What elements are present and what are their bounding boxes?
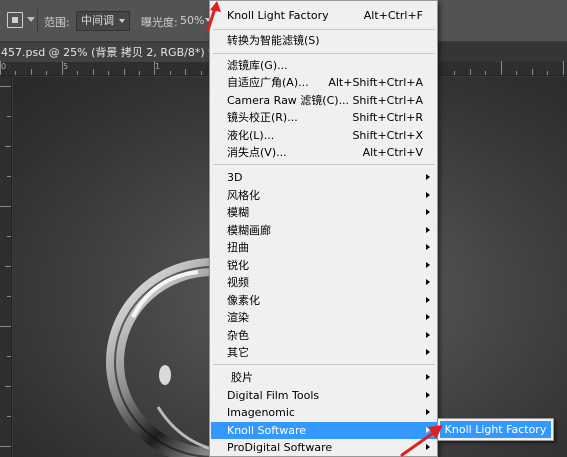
menu-divider xyxy=(213,29,435,30)
menu-item-other[interactable]: 其它 xyxy=(211,344,437,361)
menu-divider xyxy=(213,53,435,54)
ruler-tick xyxy=(77,71,78,75)
range-select[interactable]: 中间调 xyxy=(76,11,130,31)
menu-item-adaptive-wide-angle[interactable]: 自适应广角(A)... Alt+Shift+Ctrl+A xyxy=(211,74,437,91)
options-divider xyxy=(37,9,38,33)
exposure-label: 曝光度: xyxy=(141,16,178,29)
submenu-arrow-icon xyxy=(426,409,430,415)
ruler-tick xyxy=(62,61,63,75)
menu-item-lens-correction[interactable]: 镜头校正(R)... Shift+Ctrl+R xyxy=(211,109,437,126)
submenu-arrow-icon xyxy=(426,174,430,180)
menu-item-imagenomic[interactable]: Imagenomic xyxy=(211,404,437,421)
ruler-tick xyxy=(170,71,171,75)
menu-item-blur-gallery[interactable]: 模糊画廊 xyxy=(211,222,437,239)
menu-item-knoll-light-factory[interactable]: Knoll Light Factory Alt+Ctrl+F xyxy=(211,7,437,24)
ruler-tick xyxy=(454,71,455,75)
ruler-number: 0 xyxy=(1,62,7,71)
menu-item-filter-gallery[interactable]: 滤镜库(G)... xyxy=(211,57,437,74)
ruler-tick xyxy=(108,71,109,75)
ruler-tick xyxy=(154,61,155,75)
range-select-value: 中间调 xyxy=(81,14,114,27)
ruler-tick xyxy=(31,69,32,75)
menu-divider xyxy=(213,164,435,165)
submenu-arrow-icon xyxy=(426,374,430,380)
red-arrow-icon xyxy=(400,425,443,457)
range-label: 范围: xyxy=(44,16,70,29)
menu-item-stylize[interactable]: 风格化 xyxy=(211,187,437,204)
ruler-tick xyxy=(7,116,11,117)
exposure-value[interactable]: 50% xyxy=(180,14,204,27)
menu-item-pixelate[interactable]: 像素化 xyxy=(211,292,437,309)
ruler-tick xyxy=(470,69,471,75)
ruler-tick xyxy=(0,86,11,87)
tool-preset-chevron-icon[interactable] xyxy=(27,17,35,22)
ruler-tick xyxy=(46,71,47,75)
ruler-tick xyxy=(5,266,11,267)
knoll-software-submenu: Knoll Light Factory xyxy=(437,418,554,441)
submenu-arrow-icon xyxy=(426,297,430,303)
submenu-arrow-icon xyxy=(426,262,430,268)
menu-item-distort[interactable]: 扭曲 xyxy=(211,239,437,256)
ruler-tick xyxy=(0,326,11,327)
submenu-arrow-icon xyxy=(426,209,430,215)
menu-item-convert-smart-filter[interactable]: 转换为智能滤镜(S) xyxy=(211,32,437,49)
menu-divider xyxy=(213,364,435,365)
ruler-tick xyxy=(7,176,11,177)
ruler-tick xyxy=(5,146,11,147)
submenu-arrow-icon xyxy=(426,279,430,285)
ruler-tick xyxy=(201,71,202,75)
menu-item-blur[interactable]: 模糊 xyxy=(211,204,437,221)
menu-item-liquify[interactable]: 液化(L)... Shift+Ctrl+X xyxy=(211,127,437,144)
ruler-tick xyxy=(139,71,140,75)
submenu-arrow-icon xyxy=(426,349,430,355)
ruler-tick xyxy=(7,416,11,417)
ruler-tick xyxy=(7,296,11,297)
ruler-tick xyxy=(547,71,548,75)
menu-item-vanishing-point[interactable]: 消失点(V)... Alt+Ctrl+V xyxy=(211,144,437,161)
ruler-number: 1 xyxy=(155,62,161,71)
submenu-arrow-icon xyxy=(426,332,430,338)
submenu-item-knoll-light-factory[interactable]: Knoll Light Factory xyxy=(440,421,551,438)
menu-item-3d[interactable]: 3D xyxy=(211,169,437,186)
ruler-tick xyxy=(0,206,11,207)
ruler-tick xyxy=(501,61,502,75)
menu-item-film[interactable]: 胶片 xyxy=(211,369,437,386)
ruler-tick xyxy=(485,71,486,75)
ruler-number: 5 xyxy=(63,62,69,71)
filter-menu: Knoll Light Factory Alt+Ctrl+F 转换为智能滤镜(S… xyxy=(209,0,438,457)
vertical-ruler[interactable] xyxy=(0,76,12,457)
ruler-tick xyxy=(185,69,186,75)
menu-item-sharpen[interactable]: 锐化 xyxy=(211,257,437,274)
red-arrow-icon xyxy=(206,1,221,32)
submenu-arrow-icon xyxy=(426,392,430,398)
ruler-tick xyxy=(93,69,94,75)
document-tab[interactable]: 457.psd @ 25% (背景 拷贝 2, RGB/8*) * xyxy=(0,43,212,62)
submenu-arrow-icon xyxy=(426,244,430,250)
ruler-tick xyxy=(124,69,125,75)
submenu-arrow-icon xyxy=(426,227,430,233)
ruler-tick xyxy=(516,71,517,75)
menu-item-noise[interactable]: 杂色 xyxy=(211,327,437,344)
ruler-tick xyxy=(15,71,16,75)
menu-item-camera-raw-filter[interactable]: Camera Raw 滤镜(C)... Shift+Ctrl+A xyxy=(211,92,437,109)
ruler-tick xyxy=(7,356,11,357)
submenu-arrow-icon xyxy=(426,192,430,198)
ruler-tick xyxy=(5,386,11,387)
ruler-tick xyxy=(7,236,11,237)
ruler-tick xyxy=(563,61,564,75)
exposure-tool-icon[interactable] xyxy=(7,12,23,28)
chevron-down-icon xyxy=(119,19,125,23)
ruler-tick xyxy=(0,61,1,75)
menu-item-render[interactable]: 渲染 xyxy=(211,309,437,326)
ruler-tick xyxy=(532,69,533,75)
submenu-arrow-icon xyxy=(426,314,430,320)
ruler-tick xyxy=(0,446,11,447)
menu-item-video[interactable]: 视频 xyxy=(211,274,437,291)
menu-item-digital-film-tools[interactable]: Digital Film Tools xyxy=(211,387,437,404)
